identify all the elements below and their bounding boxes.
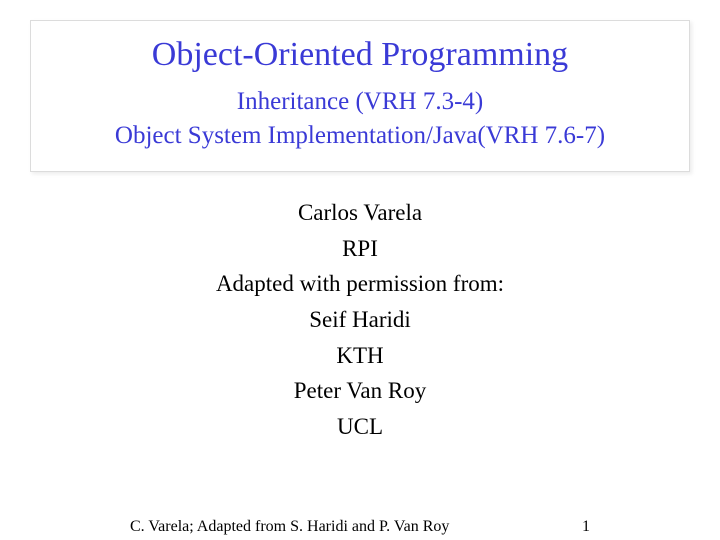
body-text: Carlos Varela RPI Adapted with permissio…	[0, 195, 720, 444]
contributor-2-name: Peter Van Roy	[0, 373, 720, 409]
contributor-1-affiliation: KTH	[0, 338, 720, 374]
slide-subtitle-1: Inheritance (VRH 7.3-4)	[51, 85, 669, 119]
title-box: Object-Oriented Programming Inheritance …	[30, 20, 690, 172]
contributor-1-name: Seif Haridi	[0, 302, 720, 338]
slide-subtitle-2: Object System Implementation/Java(VRH 7.…	[51, 119, 669, 153]
adapted-label: Adapted with permission from:	[0, 266, 720, 302]
author-affiliation-1: RPI	[0, 231, 720, 267]
page-number: 1	[582, 518, 590, 536]
slide-title: Object-Oriented Programming	[51, 33, 669, 77]
contributor-2-affiliation: UCL	[0, 409, 720, 445]
footer-credit: C. Varela; Adapted from S. Haridi and P.…	[130, 518, 449, 536]
author-name: Carlos Varela	[0, 195, 720, 231]
